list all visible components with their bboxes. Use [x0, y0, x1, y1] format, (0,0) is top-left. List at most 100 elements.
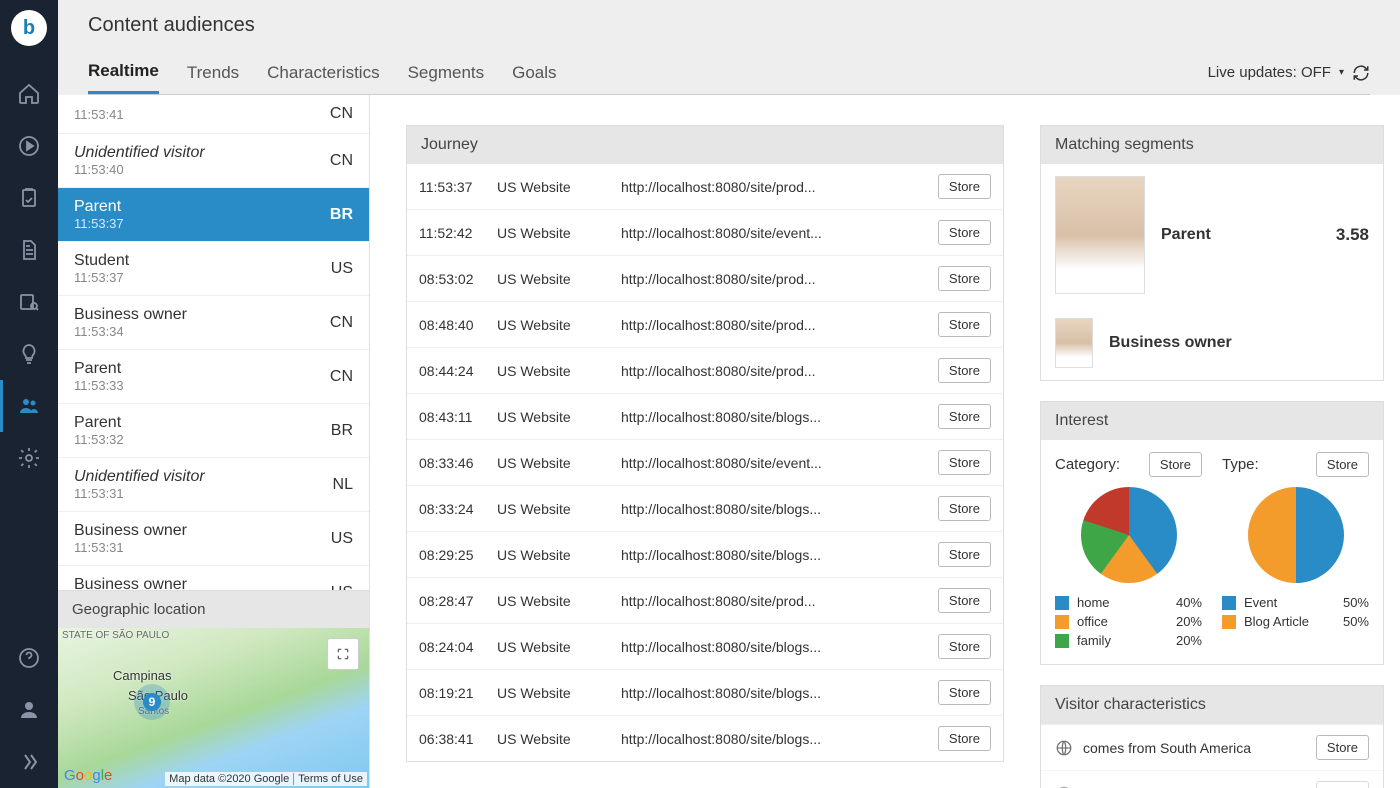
sidebar-item-play[interactable]	[0, 120, 58, 172]
tab-trends[interactable]: Trends	[187, 53, 239, 93]
refresh-icon[interactable]	[1352, 64, 1370, 82]
journey-row: 08:33:46US Websitehttp://localhost:8080/…	[407, 440, 1003, 486]
gear-icon	[17, 446, 41, 470]
geo-map[interactable]: STATE OF SÃO PAULOCampinasSão PauloSanto…	[58, 628, 369, 788]
journey-row: 08:28:47US Websitehttp://localhost:8080/…	[407, 578, 1003, 624]
avatar	[1055, 318, 1093, 368]
legend-label: family	[1077, 633, 1111, 648]
characteristic-text: comes from South America	[1083, 740, 1306, 756]
journey-row: 08:48:40US Websitehttp://localhost:8080/…	[407, 302, 1003, 348]
play-circle-icon	[17, 134, 41, 158]
legend-pct: 20%	[1176, 614, 1202, 629]
characteristic-row: comes from BRStore	[1041, 770, 1383, 788]
journey-store-button[interactable]: Store	[938, 174, 991, 199]
journey-site: US Website	[497, 271, 607, 287]
map-terms-link[interactable]: Terms of Use	[298, 773, 363, 785]
sidebar-item-idea[interactable]	[0, 328, 58, 380]
visitor-row[interactable]: Parent11:53:33CN	[58, 350, 369, 404]
geo-marker[interactable]: 9	[134, 684, 170, 720]
sidebar-item-persona[interactable]	[0, 276, 58, 328]
legend-pct: 50%	[1343, 595, 1369, 610]
journey-row: 08:44:24US Websitehttp://localhost:8080/…	[407, 348, 1003, 394]
tab-realtime[interactable]: Realtime	[88, 51, 159, 94]
journey-site: US Website	[497, 639, 607, 655]
visitor-country: CN	[330, 152, 353, 170]
visitor-time: 11:53:37	[74, 270, 129, 285]
visitor-time: 11:53:31	[74, 486, 205, 501]
characteristic-store-button[interactable]: Store	[1316, 781, 1369, 788]
sidebar-item-settings[interactable]	[0, 432, 58, 484]
type-store-button[interactable]: Store	[1316, 452, 1369, 477]
legend-row: family20%	[1055, 633, 1202, 648]
journey-store-button[interactable]: Store	[938, 450, 991, 475]
visitor-row[interactable]: Business owner11:53:34CN	[58, 296, 369, 350]
legend-row: home40%	[1055, 595, 1202, 610]
journey-url: http://localhost:8080/site/blogs...	[621, 685, 924, 701]
journey-column: Journey 11:53:37US Websitehttp://localho…	[406, 95, 1004, 788]
segment-name: Business owner	[1109, 334, 1369, 352]
visitor-country: CN	[330, 314, 353, 332]
journey-store-button[interactable]: Store	[938, 496, 991, 521]
category-store-button[interactable]: Store	[1149, 452, 1202, 477]
sidebar-item-home[interactable]	[0, 68, 58, 120]
tab-characteristics[interactable]: Characteristics	[267, 53, 379, 93]
visitor-name: Unidentified visitor	[74, 468, 205, 486]
journey-store-button[interactable]: Store	[938, 404, 991, 429]
visitor-row[interactable]: Business owner11:53:30US	[58, 566, 369, 590]
sidebar-item-user[interactable]	[0, 684, 58, 736]
visitor-name: Parent	[74, 414, 124, 432]
tab-segments[interactable]: Segments	[408, 53, 485, 93]
document-icon	[17, 238, 41, 262]
journey-store-button[interactable]: Store	[938, 680, 991, 705]
journey-time: 08:29:25	[419, 547, 483, 563]
sidebar-item-document[interactable]	[0, 224, 58, 276]
sidebar-item-clipboard[interactable]	[0, 172, 58, 224]
map-attribution: Map data ©2020 GoogleTerms of Use	[165, 772, 367, 786]
visitor-row[interactable]: Parent11:53:37BR	[58, 188, 369, 242]
journey-site: US Website	[497, 409, 607, 425]
legend-label: Blog Article	[1244, 614, 1309, 629]
visitor-name: Unidentified visitor	[74, 144, 205, 162]
segment-row[interactable]: Parent3.58	[1041, 164, 1383, 306]
journey-time: 08:44:24	[419, 363, 483, 379]
legend-swatch	[1222, 596, 1236, 610]
journey-store-button[interactable]: Store	[938, 266, 991, 291]
visitors-list[interactable]: 11:53:41CNUnidentified visitor11:53:40CN…	[58, 95, 369, 590]
visitor-row[interactable]: Business owner11:53:31US	[58, 512, 369, 566]
legend-pct: 40%	[1176, 595, 1202, 610]
sidebar-item-help[interactable]	[0, 632, 58, 684]
journey-url: http://localhost:8080/site/blogs...	[621, 639, 924, 655]
map-fullscreen-button[interactable]	[327, 638, 359, 670]
legend-pct: 50%	[1343, 614, 1369, 629]
journey-url: http://localhost:8080/site/blogs...	[621, 501, 924, 517]
journey-store-button[interactable]: Store	[938, 220, 991, 245]
journey-site: US Website	[497, 731, 607, 747]
journey-store-button[interactable]: Store	[938, 634, 991, 659]
live-updates-dropdown[interactable]: ▾	[1339, 67, 1344, 78]
visitor-row[interactable]: Unidentified visitor11:53:31NL	[58, 458, 369, 512]
journey-store-button[interactable]: Store	[938, 726, 991, 751]
characteristic-store-button[interactable]: Store	[1316, 735, 1369, 760]
segment-row[interactable]: Business owner	[1041, 306, 1383, 380]
journey-site: US Website	[497, 363, 607, 379]
visitor-name: Parent	[74, 198, 124, 216]
visitor-row[interactable]: 11:53:41CN	[58, 95, 369, 134]
visitor-time: 11:53:37	[74, 216, 124, 231]
visitor-row[interactable]: Parent11:53:32BR	[58, 404, 369, 458]
interest-panel: Interest Category: Store home40%office20…	[1040, 401, 1384, 665]
journey-row: 11:52:42US Websitehttp://localhost:8080/…	[407, 210, 1003, 256]
journey-store-button[interactable]: Store	[938, 542, 991, 567]
visitor-row[interactable]: Student11:53:37US	[58, 242, 369, 296]
tab-goals[interactable]: Goals	[512, 53, 556, 93]
journey-store-button[interactable]: Store	[938, 588, 991, 613]
visitor-row[interactable]: Unidentified visitor11:53:40CN	[58, 134, 369, 188]
sidebar-item-audiences[interactable]	[0, 380, 58, 432]
journey-store-button[interactable]: Store	[938, 358, 991, 383]
visitor-country: US	[331, 260, 353, 278]
journey-url: http://localhost:8080/site/event...	[621, 225, 924, 241]
journey-row: 11:53:37US Websitehttp://localhost:8080/…	[407, 164, 1003, 210]
sidebar-item-expand[interactable]	[0, 736, 58, 788]
journey-store-button[interactable]: Store	[938, 312, 991, 337]
globe-icon	[1055, 785, 1073, 788]
journey-site: US Website	[497, 317, 607, 333]
